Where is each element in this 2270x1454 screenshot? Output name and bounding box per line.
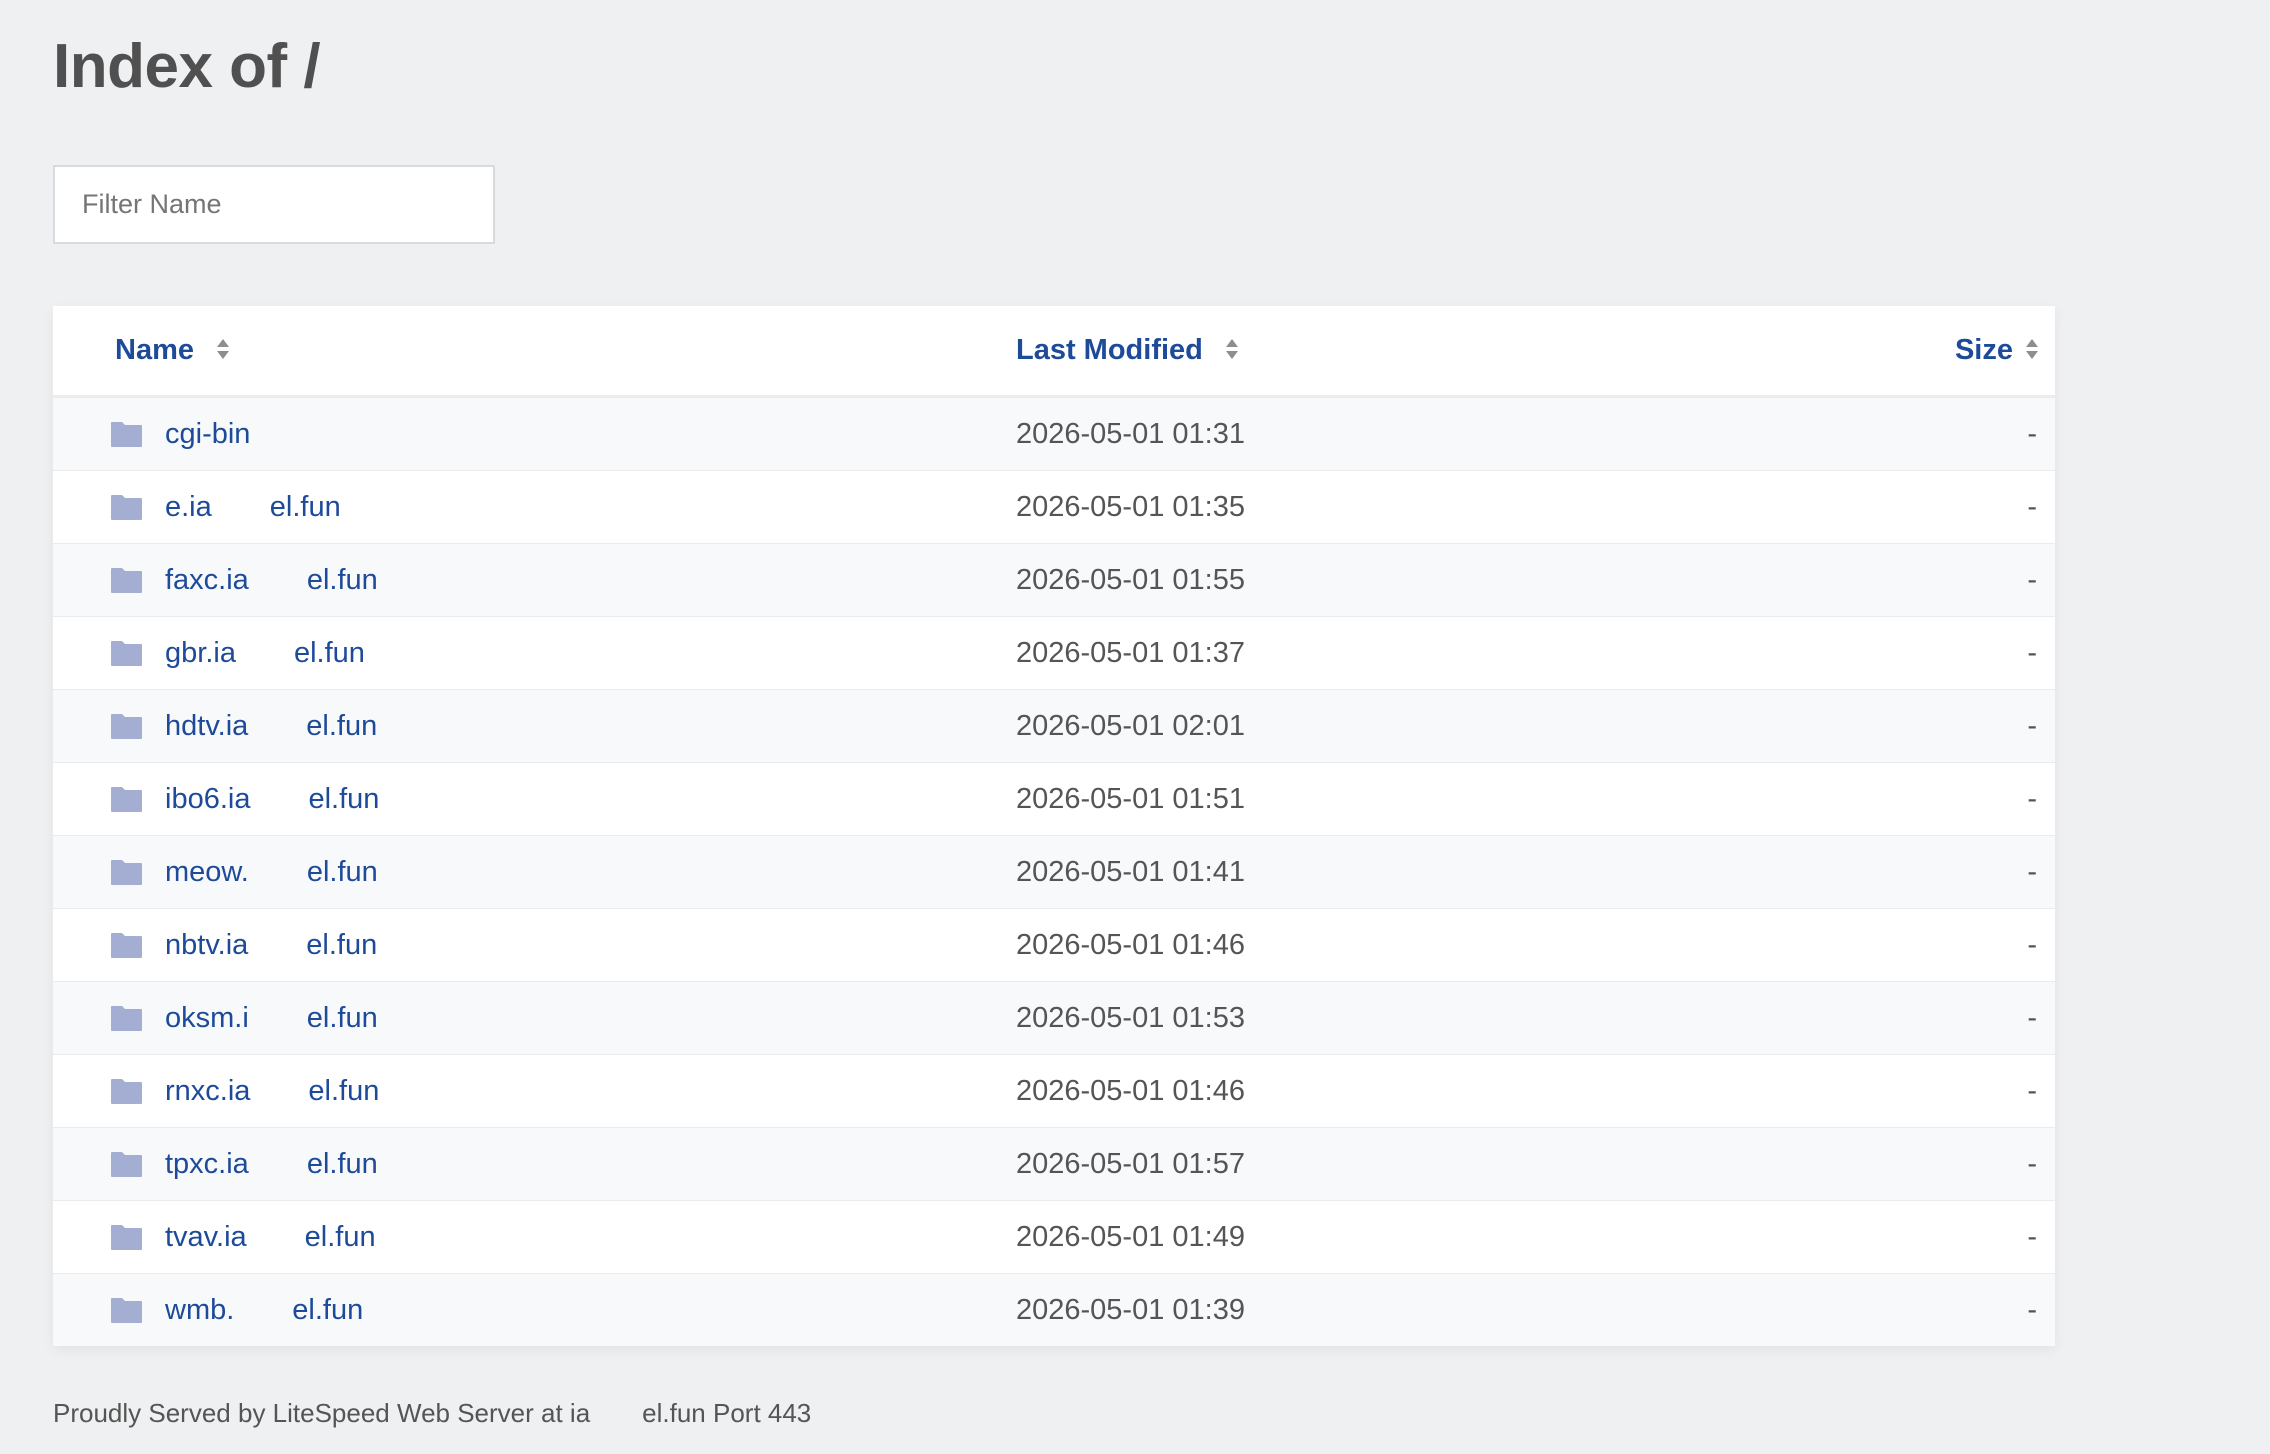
- size-cell: -: [2027, 564, 2037, 596]
- table-row: tvav.ia el.fun 2026-05-01 01:49 -: [53, 1200, 2055, 1273]
- size-header-label: Size: [1954, 334, 2013, 366]
- folder-icon: [110, 1004, 143, 1032]
- folder-icon: [110, 1077, 143, 1105]
- last-modified-cell: 2026-05-01 02:01: [1016, 710, 1245, 742]
- sort-by-size-header[interactable]: Size: [1955, 306, 2039, 395]
- last-modified-cell: 2026-05-01 01:46: [1016, 1075, 1245, 1107]
- folder-link[interactable]: ibo6.ia el.fun: [165, 763, 379, 835]
- folder-icon: [110, 1296, 143, 1324]
- folder-icon: [110, 858, 143, 886]
- folder-icon: [110, 785, 143, 813]
- folder-link[interactable]: faxc.ia el.fun: [165, 544, 378, 616]
- last-modified-cell: 2026-05-01 01:35: [1016, 491, 1245, 523]
- last-modified-header-label: Last Modified: [1016, 334, 1203, 366]
- folder-icon: [110, 420, 143, 448]
- name-header-label: Name: [115, 334, 194, 366]
- table-row: wmb. el.fun 2026-05-01 01:39 -: [53, 1273, 2055, 1346]
- size-cell: -: [2027, 1075, 2037, 1107]
- last-modified-cell: 2026-05-01 01:41: [1016, 856, 1245, 888]
- size-cell: -: [2027, 856, 2037, 888]
- server-footer: Proudly Served by LiteSpeed Web Server a…: [53, 1398, 812, 1428]
- folder-icon: [110, 712, 143, 740]
- sort-arrows-icon: [2025, 338, 2039, 360]
- sort-arrows-icon: [1225, 338, 1239, 360]
- folder-link[interactable]: nbtv.ia el.fun: [165, 909, 377, 981]
- folder-icon: [110, 639, 143, 667]
- table-row: nbtv.ia el.fun 2026-05-01 01:46 -: [53, 908, 2055, 981]
- sort-by-name-header[interactable]: Name: [115, 306, 230, 395]
- size-cell: -: [2027, 1221, 2037, 1253]
- size-cell: -: [2027, 929, 2037, 961]
- sort-arrows-icon: [216, 338, 230, 360]
- last-modified-cell: 2026-05-01 01:51: [1016, 783, 1245, 815]
- last-modified-cell: 2026-05-01 01:57: [1016, 1148, 1245, 1180]
- size-cell: -: [2027, 710, 2037, 742]
- table-row: oksm.i el.fun 2026-05-01 01:53 -: [53, 981, 2055, 1054]
- folder-link[interactable]: cgi-bin: [165, 398, 250, 470]
- folder-icon: [110, 1223, 143, 1251]
- last-modified-cell: 2026-05-01 01:37: [1016, 637, 1245, 669]
- size-cell: -: [2027, 1294, 2037, 1326]
- folder-link[interactable]: meow. el.fun: [165, 836, 378, 908]
- table-row: rnxc.ia el.fun 2026-05-01 01:46 -: [53, 1054, 2055, 1127]
- folder-icon: [110, 1150, 143, 1178]
- last-modified-cell: 2026-05-01 01:49: [1016, 1221, 1245, 1253]
- table-row: ibo6.ia el.fun 2026-05-01 01:51 -: [53, 762, 2055, 835]
- folder-link[interactable]: rnxc.ia el.fun: [165, 1055, 379, 1127]
- table-header: Name Last Modified Size: [53, 306, 2055, 397]
- size-cell: -: [2027, 491, 2037, 523]
- table-row: tpxc.ia el.fun 2026-05-01 01:57 -: [53, 1127, 2055, 1200]
- table-row: cgi-bin 2026-05-01 01:31 -: [53, 397, 2055, 470]
- folder-link[interactable]: tpxc.ia el.fun: [165, 1128, 378, 1200]
- page-title: Index of /: [53, 32, 321, 101]
- folder-link[interactable]: tvav.ia el.fun: [165, 1201, 376, 1273]
- folder-link[interactable]: gbr.ia el.fun: [165, 617, 365, 689]
- file-listing-table: Name Last Modified Size cgi-bin 2026-05-…: [53, 306, 2055, 1346]
- last-modified-cell: 2026-05-01 01:55: [1016, 564, 1245, 596]
- folder-icon: [110, 566, 143, 594]
- table-body: cgi-bin 2026-05-01 01:31 - e.ia el.fun 2…: [53, 397, 2055, 1346]
- sort-by-last-modified-header[interactable]: Last Modified: [1016, 306, 1239, 395]
- filter-name-input[interactable]: [53, 165, 495, 244]
- table-row: hdtv.ia el.fun 2026-05-01 02:01 -: [53, 689, 2055, 762]
- folder-link[interactable]: e.ia el.fun: [165, 471, 341, 543]
- size-cell: -: [2027, 418, 2037, 450]
- table-row: gbr.ia el.fun 2026-05-01 01:37 -: [53, 616, 2055, 689]
- folder-icon: [110, 493, 143, 521]
- last-modified-cell: 2026-05-01 01:31: [1016, 418, 1245, 450]
- table-row: meow. el.fun 2026-05-01 01:41 -: [53, 835, 2055, 908]
- size-cell: -: [2027, 637, 2037, 669]
- folder-link[interactable]: wmb. el.fun: [165, 1274, 363, 1346]
- folder-link[interactable]: hdtv.ia el.fun: [165, 690, 377, 762]
- size-cell: -: [2027, 1148, 2037, 1180]
- folder-link[interactable]: oksm.i el.fun: [165, 982, 378, 1054]
- last-modified-cell: 2026-05-01 01:46: [1016, 929, 1245, 961]
- folder-icon: [110, 931, 143, 959]
- last-modified-cell: 2026-05-01 01:39: [1016, 1294, 1245, 1326]
- size-cell: -: [2027, 1002, 2037, 1034]
- size-cell: -: [2027, 783, 2037, 815]
- table-row: faxc.ia el.fun 2026-05-01 01:55 -: [53, 543, 2055, 616]
- table-row: e.ia el.fun 2026-05-01 01:35 -: [53, 470, 2055, 543]
- last-modified-cell: 2026-05-01 01:53: [1016, 1002, 1245, 1034]
